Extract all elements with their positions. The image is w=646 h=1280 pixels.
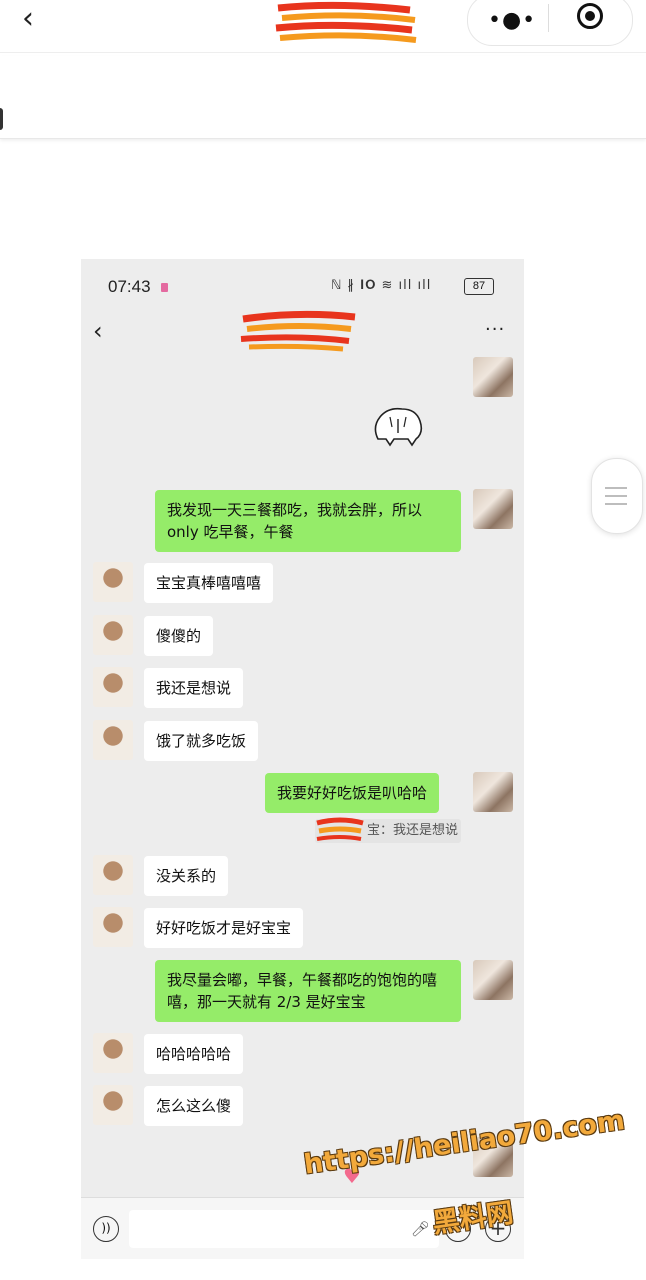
chevron-left-icon[interactable]: ‹	[22, 4, 34, 34]
redaction-scribble	[240, 310, 356, 352]
mic-icon[interactable]: 🎤︎	[411, 1220, 430, 1238]
battery-icon: 87	[464, 278, 494, 295]
message-bubble-theirs[interactable]: 傻傻的	[144, 616, 214, 656]
chat-screenshot: 07:43 ℕ ∦ 𝐈𝐎 ≋ ıll ıll 87 ‹ ··· 我发现一天三餐都…	[81, 259, 524, 1259]
redaction-scribble	[275, 1, 417, 43]
more-dots-icon[interactable]: •●•	[488, 8, 536, 33]
voice-icon[interactable]: ))	[93, 1216, 119, 1242]
avatar[interactable]	[473, 489, 513, 529]
message-bubble-mine[interactable]: 我尽量会嘟，早餐，午餐都吃的饱饱的嘻嘻，那一天就有 2/3 是好宝宝	[155, 960, 461, 1022]
target-icon[interactable]	[577, 3, 603, 29]
status-bar: 07:43 ℕ ∦ 𝐈𝐎 ≋ ıll ıll 87	[81, 259, 524, 307]
avatar[interactable]	[93, 1085, 133, 1125]
message-bubble-theirs[interactable]: 饿了就多吃饭	[144, 721, 259, 761]
capsule-divider	[548, 4, 549, 32]
status-icons: ℕ ∦ 𝐈𝐎 ≋ ıll ıll	[331, 278, 432, 293]
message-bubble-theirs[interactable]: 好好吃饭才是好宝宝	[144, 908, 304, 948]
avatar[interactable]	[473, 960, 513, 1000]
message-bubble-theirs[interactable]: 宝宝真棒嘻嘻嘻	[144, 563, 274, 603]
message-bubble-theirs[interactable]: 怎么这么傻	[144, 1086, 244, 1126]
message-bubble-theirs[interactable]: 我还是想说	[144, 668, 244, 708]
message-bubble-mine[interactable]: 我发现一天三餐都吃，我就会胖，所以only 吃早餐，午餐	[155, 490, 461, 552]
sim-icon	[161, 283, 168, 292]
avatar[interactable]	[93, 667, 133, 707]
more-icon[interactable]: ···	[485, 319, 505, 340]
avatar[interactable]	[473, 772, 513, 812]
left-edge-marker	[0, 108, 3, 130]
message-bubble-mine[interactable]: 我要好好吃饭是叭哈哈	[265, 773, 440, 813]
elephant-sticker-icon	[374, 407, 423, 447]
floating-menu-button[interactable]	[591, 458, 643, 534]
avatar[interactable]	[93, 615, 133, 655]
avatar[interactable]	[93, 855, 133, 895]
status-time: 07:43	[108, 277, 151, 296]
avatar[interactable]	[93, 1033, 133, 1073]
message-input[interactable]	[129, 1210, 439, 1248]
avatar[interactable]	[93, 907, 133, 947]
menu-line	[605, 503, 627, 505]
avatar[interactable]	[93, 720, 133, 760]
message-bubble-theirs[interactable]: 哈哈哈哈哈	[144, 1034, 244, 1074]
message-bubble-theirs[interactable]: 没关系的	[144, 856, 229, 896]
chevron-left-icon[interactable]: ‹	[93, 317, 103, 345]
sub-header-bar	[0, 56, 646, 139]
menu-line	[605, 487, 627, 489]
avatar[interactable]	[473, 357, 513, 397]
quoted-message[interactable]: 宝：我还是想说	[315, 817, 461, 843]
top-bar: ‹ •●•	[0, 0, 646, 53]
quoted-text: 宝：我还是想说	[367, 823, 459, 838]
avatar[interactable]	[93, 562, 133, 602]
redaction-scribble	[316, 817, 364, 841]
menu-line	[605, 495, 627, 497]
